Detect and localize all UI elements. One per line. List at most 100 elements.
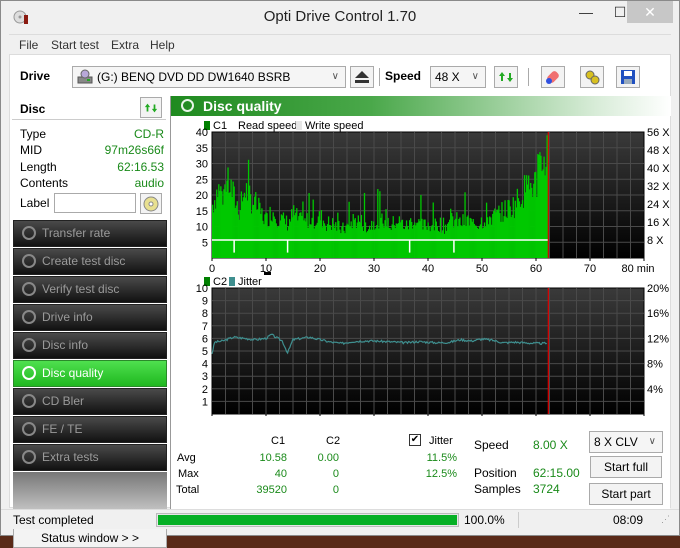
sidebar: Disc Type CD-R MID 97m26s66f Length 62:1… [10,96,168,548]
resize-grip-icon[interactable]: ⋰ [661,514,670,525]
disc-type-row: Type CD-R [20,127,164,143]
y-tick-label-left: 1 [202,396,208,408]
nav-cd-bler[interactable]: CD Bler [13,388,167,415]
client-area: Drive (G:) BENQ DVD DD DW1640 BSRB ∨ Spe… [9,54,671,548]
speed-label: Speed [385,69,422,83]
drive-value: (G:) BENQ DVD DD DW1640 BSRB [97,70,291,84]
y-tick-label-left: 10 [196,222,208,234]
disc-contents-value: audio [134,176,164,190]
erase-button[interactable] [541,66,565,88]
nav-transfer-rate[interactable]: Transfer rate [13,220,167,247]
disc-type-value: CD-R [134,127,164,141]
test-speed-select-value: 8 X CLV [594,435,638,449]
y-tick-label-left: 4 [202,359,208,371]
stats-avg-c2: 0.00 [317,452,339,464]
menu-bar: File Start test Extra Help [9,34,671,54]
settings-icon [585,70,600,85]
nav-extra-tests[interactable]: Extra tests [13,444,167,471]
y-tick-label-left: 7 [202,321,208,333]
y-tick-label-left: 6 [202,333,208,345]
y-tick-label-left: 15 [196,206,208,218]
chevron-down-icon: ∨ [471,71,479,82]
nav-label: Drive info [42,310,93,324]
test-speed-select[interactable]: 8 X CLV ∨ [589,431,663,453]
y-tick-label-right: 12% [647,333,669,345]
nav-create-test-disc[interactable]: Create test disc [13,248,167,275]
legend-c1: C1 [213,120,227,132]
disc-length-key: Length [20,160,57,174]
y-tick-label-right: 24 X [647,199,670,211]
stats-max-jitter: 12.5% [425,468,457,480]
disc-icon [22,394,36,408]
drive-select[interactable]: (G:) BENQ DVD DD DW1640 BSRB ∨ [72,66,346,88]
start-full-button[interactable]: Start full [590,456,662,478]
stats-avg-c1: 10.58 [259,452,287,464]
legend-write-speed-swatch [296,121,302,130]
disc-length-value: 62:16.53 [117,160,164,174]
close-button[interactable]: ✕ [627,1,673,23]
disc-label-input[interactable] [54,193,136,213]
refresh-icon [144,103,158,113]
speed-select[interactable]: 48 X ∨ [430,66,486,88]
test-position-value: 62:15.00 [533,466,580,480]
test-speed-label: Speed [474,438,509,452]
chevron-down-icon: ∨ [331,71,339,82]
legend-jitter: Jitter [238,276,262,288]
y-tick-label-right: 48 X [647,145,670,157]
nav-drive-info[interactable]: Drive info [13,304,167,331]
disc-icon [22,366,36,380]
y-tick-label-left: 9 [202,296,208,308]
save-button[interactable] [616,66,640,88]
disc-mid-value: 97m26s66f [104,143,164,157]
x-tick-label: 0 [209,263,215,275]
panel-title: Disc quality [203,98,282,114]
x-tick-label: 80 min [621,263,654,275]
nav-label: Verify test disc [42,282,120,296]
nav-verify-test-disc[interactable]: Verify test disc [13,276,167,303]
menu-help[interactable]: Help [150,38,175,52]
y-tick-label-right: 4% [647,384,663,396]
stats-header-c1: C1 [271,435,286,447]
eject-button[interactable] [350,66,374,88]
eject-icon [355,71,369,83]
disc-label-button[interactable] [140,193,162,214]
x-tick-label: 40 [422,263,434,275]
progress-bar [156,513,459,527]
disc-refresh-button[interactable] [140,97,162,118]
y-tick-label-left: 30 [196,159,208,171]
disc-header: Disc [12,96,166,120]
drive-label: Drive [20,69,51,83]
minimize-button[interactable]: — [571,1,601,23]
settings-button[interactable] [580,66,604,88]
disc-icon [22,254,36,268]
nav-fe-te[interactable]: FE / TE [13,416,167,443]
drive-icon [77,69,93,84]
disc-icon [22,338,36,352]
stats-max-c2: 0 [332,468,339,480]
start-part-button[interactable]: Start part [589,483,663,505]
y-tick-label-right: 56 X [647,127,670,139]
disc-title: Disc [20,102,46,116]
nav-disc-info[interactable]: Disc info [13,332,167,359]
legend-read-speed: Read speed [238,120,297,132]
title-bar: Opti Drive Control 1.70 — ☐ ✕ [1,1,679,33]
y-tick-label-right: 8 X [647,235,664,247]
menu-file[interactable]: File [19,38,38,52]
stats-avg-label: Avg [177,452,196,464]
refresh-speed-button[interactable] [494,66,518,88]
cd-icon [143,196,159,212]
disc-icon [22,310,36,324]
nav-disc-quality[interactable]: Disc quality [13,360,167,387]
app-window: Opti Drive Control 1.70 — ☐ ✕ File Start… [0,0,680,548]
legend-marker [264,272,271,275]
y-tick-label-left: 3 [202,371,208,383]
disc-icon [22,282,36,296]
erase-icon [546,71,559,84]
nav-label: FE / TE [42,422,83,436]
jitter-checkbox[interactable]: ✔ [409,434,421,446]
menu-extra[interactable]: Extra [111,38,139,52]
menu-start-test[interactable]: Start test [51,38,99,52]
x-tick-label: 50 [476,263,488,275]
status-window-button[interactable]: Status window > > [13,528,167,548]
y-tick-label-left: 35 [196,143,208,155]
